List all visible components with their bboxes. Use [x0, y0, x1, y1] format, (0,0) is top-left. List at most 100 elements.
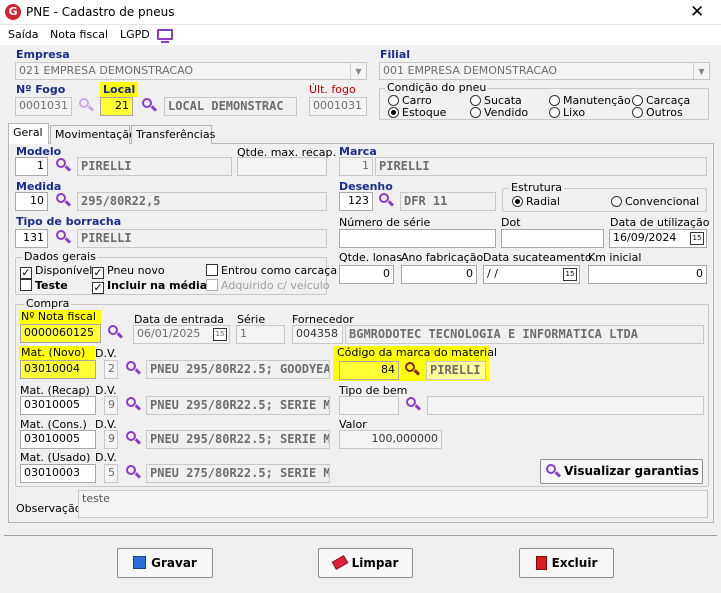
checkbox-incluir-media[interactable]: ✓ Incluir na média [92, 279, 207, 294]
numero-serie-field[interactable] [339, 229, 496, 248]
search-icon[interactable] [140, 97, 158, 115]
menu-saida[interactable]: Saída [8, 28, 39, 41]
numero-serie-label: Número de série [339, 216, 431, 229]
search-icon[interactable] [106, 324, 124, 342]
tipo-bem-field[interactable] [339, 396, 399, 415]
search-icon[interactable] [124, 430, 142, 448]
tab-transferencias[interactable]: Transferências [131, 125, 215, 144]
data-utilizacao-field[interactable]: 16/09/2024 15 [609, 229, 707, 248]
calendar-icon[interactable]: 15 [563, 268, 577, 281]
mat-novo-code-field[interactable]: 03010004 [20, 360, 96, 379]
qtde-lonas-field[interactable]: 0 [339, 265, 394, 284]
tab-geral[interactable]: Geral [8, 123, 49, 144]
radio-convencional-dot[interactable] [611, 196, 622, 207]
trash-icon [535, 556, 547, 570]
filial-select[interactable]: 001 EMPRESA DEMONSTRACAO ▼ [379, 62, 710, 80]
checkbox-label: Pneu novo [107, 264, 165, 277]
radio-vendido-dot[interactable] [470, 107, 481, 118]
radio-carro-dot[interactable] [388, 95, 399, 106]
checkbox-teste[interactable]: Teste [20, 279, 68, 292]
mat-cons-code-field[interactable]: 03010005 [20, 430, 96, 449]
medida-code-field[interactable]: 10 [15, 192, 48, 211]
dot-label: Dot [501, 216, 521, 229]
medida-name-field: 295/80R22,5 [77, 192, 327, 211]
radio-vendido[interactable]: Vendido [470, 106, 528, 119]
checkbox-pneu-novo[interactable]: ✓ Pneu novo [92, 264, 165, 279]
ult-fogo-field: 0001031 [309, 97, 367, 116]
valor-field: 100,000000 [339, 430, 442, 449]
search-icon[interactable] [124, 464, 142, 482]
menu-lgpd[interactable]: LGPD [120, 28, 150, 41]
search-icon[interactable] [77, 97, 95, 115]
search-icon[interactable] [54, 157, 72, 175]
modelo-code-field[interactable]: 1 [15, 157, 48, 176]
local-label: Local [100, 82, 139, 97]
radio-outros-dot[interactable] [632, 107, 643, 118]
gravar-button[interactable]: Gravar [117, 548, 213, 578]
mat-cons-dv-field: 9 [104, 430, 118, 449]
data-sucateamento-field[interactable]: / / 15 [483, 265, 580, 284]
check-icon[interactable]: ✓ [92, 267, 104, 279]
close-icon[interactable]: ✕ [690, 2, 704, 22]
radio-convencional[interactable]: Convencional [611, 195, 699, 208]
search-icon[interactable] [377, 192, 395, 210]
calendar-icon[interactable]: 15 [690, 232, 704, 245]
mat-usado-code-field[interactable]: 03010003 [20, 464, 96, 483]
radio-label: Outros [646, 106, 683, 119]
observacao-field[interactable]: teste [78, 490, 708, 518]
monitor-icon[interactable] [157, 29, 173, 40]
local-code-field[interactable]: 21 [100, 97, 133, 116]
limpar-button[interactable]: Limpar [318, 548, 413, 578]
radio-lixo[interactable]: Lixo [549, 106, 585, 119]
radio-radial-dot[interactable] [512, 196, 523, 207]
radio-estoque-dot[interactable] [388, 107, 399, 118]
search-icon[interactable] [404, 396, 422, 414]
checkbox-label: Adquirido c/ veículo [221, 279, 330, 292]
tipo-borracha-name-field: PIRELLI [77, 229, 327, 248]
desenho-code-field[interactable]: 123 [339, 192, 373, 211]
tipo-borracha-code-field[interactable]: 131 [15, 229, 48, 248]
checkbox-entrou-carcaca[interactable]: Entrou como carcaça [206, 264, 337, 277]
check-icon[interactable]: ✓ [20, 267, 32, 279]
tipo-bem-desc-field [427, 396, 704, 415]
menu-nota-fiscal[interactable]: Nota fiscal [50, 28, 108, 41]
visualizar-garantias-button[interactable]: Visualizar garantias [540, 459, 703, 484]
radio-lixo-dot[interactable] [549, 107, 560, 118]
empresa-select[interactable]: 021 EMPRESA DEMONSTRACAO ▼ [15, 62, 367, 80]
dv-label: D.V. [95, 451, 117, 464]
radio-sucata-dot[interactable] [470, 95, 481, 106]
marca-name-field: PIRELLI [375, 157, 707, 176]
search-icon[interactable] [124, 360, 142, 378]
qtde-recap-field[interactable] [237, 157, 327, 176]
observacao-label: Observação [16, 502, 82, 515]
checkbox-disponivel[interactable]: ✓ Disponível [20, 264, 92, 279]
radio-outros[interactable]: Outros [632, 106, 683, 119]
check-icon[interactable]: ✓ [92, 282, 104, 294]
radio-radial[interactable]: Radial [512, 195, 560, 208]
checkbox-label: Incluir na média [107, 279, 208, 292]
excluir-button[interactable]: Excluir [519, 548, 614, 578]
radio-label: Convencional [625, 195, 700, 208]
km-inicial-field[interactable]: 0 [588, 265, 707, 284]
checkbox-box[interactable] [20, 279, 32, 291]
radio-estoque[interactable]: Estoque [388, 106, 446, 119]
checkbox-box[interactable] [206, 264, 218, 276]
empresa-value: 021 EMPRESA DEMONSTRACAO [19, 64, 194, 77]
fogo-field[interactable]: 0001031 [15, 97, 72, 116]
cod-marca-code-field[interactable]: 84 [339, 361, 399, 380]
search-icon[interactable] [124, 396, 142, 414]
mat-recap-code-field[interactable]: 03010005 [20, 396, 96, 415]
nota-fiscal-field[interactable]: 0000060125 [20, 324, 101, 343]
dot-field[interactable] [501, 229, 604, 248]
cod-marca-label: Código da marca do material [333, 346, 497, 360]
mat-usado-dv-field: 5 [104, 464, 118, 483]
ano-fabricacao-field[interactable]: 0 [401, 265, 477, 284]
tab-movimentacao[interactable]: Movimentação [50, 125, 136, 144]
marca-code-field: 1 [339, 157, 373, 176]
radio-manutencao-dot[interactable] [549, 95, 560, 106]
search-icon[interactable] [403, 361, 421, 379]
search-icon[interactable] [54, 192, 72, 210]
radio-carcaca-dot[interactable] [632, 95, 643, 106]
search-icon[interactable] [54, 229, 72, 247]
mat-recap-dv-field: 9 [104, 396, 118, 415]
